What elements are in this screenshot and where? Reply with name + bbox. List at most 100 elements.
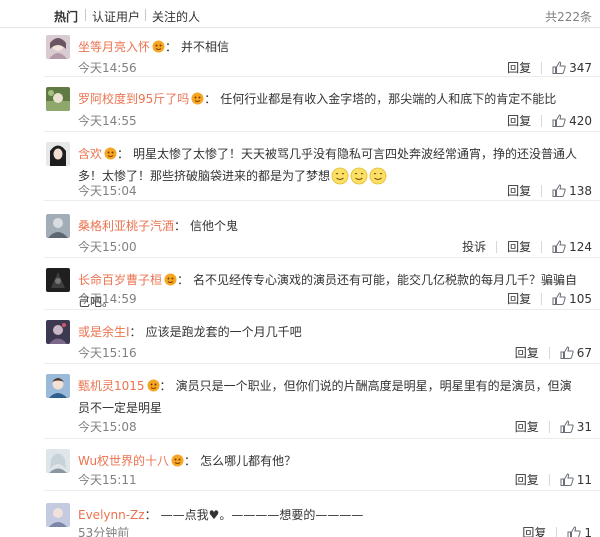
thumbs-up-icon xyxy=(560,420,574,433)
avatar[interactable] xyxy=(46,87,70,111)
reply-button[interactable]: 回复 xyxy=(507,112,531,129)
tab-divider xyxy=(145,9,146,21)
like-button[interactable]: 124 xyxy=(552,240,592,254)
fan-badge-icon xyxy=(191,92,204,105)
report-button[interactable]: 投诉 xyxy=(462,238,486,255)
like-button[interactable]: 1 xyxy=(567,526,592,537)
comment-item: 坐等月亮入怀：并不相信 今天14:56 回复 347 xyxy=(0,35,600,77)
comment-item: Wu权世界的十八：怎么哪儿都有他？ 今天15:11 回复 11 xyxy=(0,449,600,491)
fan-badge-icon xyxy=(164,273,177,286)
username-link[interactable]: 桑格利亚桃子汽酒 xyxy=(78,219,174,233)
like-count: 1 xyxy=(584,525,592,537)
like-count: 31 xyxy=(576,419,592,434)
comment-text: 信他个鬼 xyxy=(190,219,239,233)
comment-time: 今天15:16 xyxy=(78,346,137,360)
comment-time: 今天15:11 xyxy=(78,473,137,487)
fan-badge-icon xyxy=(171,454,184,467)
tab-divider xyxy=(85,9,86,21)
reply-button[interactable]: 回复 xyxy=(507,238,531,255)
comment-time: 今天14:55 xyxy=(78,114,137,128)
thumbs-up-icon xyxy=(552,292,566,305)
reply-button[interactable]: 回复 xyxy=(515,418,539,435)
comment-time: 今天15:08 xyxy=(78,420,137,434)
tab-hot[interactable]: 热门 xyxy=(54,8,78,25)
comment-actions: 投诉 回复 124 xyxy=(462,238,592,255)
like-button[interactable]: 420 xyxy=(552,114,592,128)
tab-verified-users[interactable]: 认证用户 xyxy=(92,8,140,25)
reply-button[interactable]: 回复 xyxy=(507,59,531,76)
comment-item: 桑格利亚桃子汽酒： 信他个鬼 今天15:00 投诉 回复 124 xyxy=(0,214,600,258)
divider xyxy=(44,363,600,364)
username-link[interactable]: 或是余生I xyxy=(78,325,130,339)
like-count: 67 xyxy=(576,345,592,360)
username-link[interactable]: Wu权世界的十八 xyxy=(78,454,169,468)
avatar[interactable] xyxy=(46,35,70,59)
divider xyxy=(44,438,600,439)
comment-item: Evelynn-Zz： ——点我♥。————想要的———— 53分钟前 回复 1 xyxy=(0,503,600,537)
comment-body: 罗阿校度到95斤了吗：任何行业都是有收入金字塔的，那尖端的人和底下的肯定不能比 xyxy=(78,92,557,106)
username-link[interactable]: 坐等月亮入怀 xyxy=(78,40,150,54)
comment-text: 怎么哪儿都有他？ xyxy=(200,454,297,468)
like-button[interactable]: 31 xyxy=(560,420,592,434)
reply-button[interactable]: 回复 xyxy=(515,344,539,361)
divider xyxy=(44,76,600,77)
comment-body: Evelynn-Zz： ——点我♥。————想要的———— xyxy=(78,508,364,522)
comment-text: ——点我♥。————想要的———— xyxy=(160,508,364,522)
like-count: 138 xyxy=(569,183,592,198)
username-link[interactable]: 长命百岁曹子桓 xyxy=(78,273,162,287)
smile-emoji-icon xyxy=(350,167,368,185)
avatar[interactable] xyxy=(46,214,70,238)
like-button[interactable]: 138 xyxy=(552,184,592,198)
thumbs-up-icon xyxy=(552,240,566,253)
reply-button[interactable]: 回复 xyxy=(507,182,531,199)
comment-body: Wu权世界的十八：怎么哪儿都有他？ xyxy=(78,454,297,468)
username-link[interactable]: 含欢 xyxy=(78,147,102,161)
comment-body: 或是余生I： 应该是跑龙套的一个月几千吧 xyxy=(78,325,302,339)
avatar[interactable] xyxy=(46,268,70,292)
fan-badge-icon xyxy=(152,40,165,53)
username-link[interactable]: Evelynn-Zz xyxy=(78,508,145,522)
thumbs-up-icon xyxy=(552,184,566,197)
avatar[interactable] xyxy=(46,320,70,344)
reply-button[interactable]: 回复 xyxy=(515,471,539,488)
like-button[interactable]: 105 xyxy=(552,292,592,306)
like-count: 105 xyxy=(569,291,592,306)
comment-actions: 回复 1 xyxy=(522,524,592,537)
like-count: 11 xyxy=(576,472,592,487)
divider xyxy=(44,257,600,258)
like-button[interactable]: 67 xyxy=(560,346,592,360)
avatar[interactable] xyxy=(46,142,70,166)
fan-badge-icon xyxy=(147,379,160,392)
comment-time: 53分钟前 xyxy=(78,526,130,537)
like-count: 124 xyxy=(569,239,592,254)
username-link[interactable]: 甄机灵1015 xyxy=(78,379,145,393)
username-link[interactable]: 罗阿校度到95斤了吗 xyxy=(78,92,189,106)
tab-following[interactable]: 关注的人 xyxy=(152,8,200,25)
comment-item: 长命百岁曹子桓：名不见经传专心演戏的演员还有可能，能交几亿税款的每月几千？骗骗自… xyxy=(0,268,600,310)
like-button[interactable]: 11 xyxy=(560,473,592,487)
thumbs-up-icon xyxy=(552,114,566,127)
comment-time: 今天14:56 xyxy=(78,61,137,75)
comment-time: 今天15:04 xyxy=(78,184,137,198)
comment-text: 并不相信 xyxy=(181,40,230,54)
comment-actions: 回复 11 xyxy=(515,471,592,488)
comment-tabs: 热门 认证用户 关注的人 共222条 xyxy=(0,0,600,28)
comment-total-count: 共222条 xyxy=(545,10,592,24)
comment-actions: 回复 420 xyxy=(507,112,592,129)
avatar[interactable] xyxy=(46,503,70,527)
comment-body: 含欢：明星太惨了太惨了！天天被骂几乎没有隐私可言四处奔波经常通宵，挣的还没普通人… xyxy=(78,147,578,185)
comment-body: 坐等月亮入怀：并不相信 xyxy=(78,40,230,54)
comment-text: 应该是跑龙套的一个月几千吧 xyxy=(145,325,302,339)
comment-item: 含欢：明星太惨了太惨了！天天被骂几乎没有隐私可言四处奔波经常通宵，挣的还没普通人… xyxy=(0,142,600,201)
avatar[interactable] xyxy=(46,449,70,473)
thumbs-up-icon xyxy=(560,473,574,486)
smile-emoji-icon xyxy=(331,167,349,185)
reply-button[interactable]: 回复 xyxy=(522,524,546,537)
comment-actions: 回复 347 xyxy=(507,59,592,76)
reply-button[interactable]: 回复 xyxy=(507,290,531,307)
like-count: 347 xyxy=(569,60,592,75)
like-count: 420 xyxy=(569,113,592,128)
comment-actions: 回复 67 xyxy=(515,344,592,361)
avatar[interactable] xyxy=(46,374,70,398)
like-button[interactable]: 347 xyxy=(552,61,592,75)
